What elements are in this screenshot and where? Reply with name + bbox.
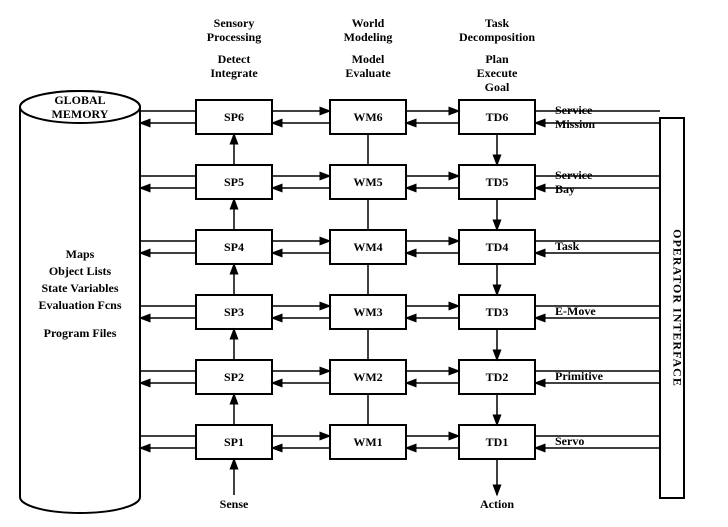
column-header-sp: Sensory Processing Detect Integrate [207, 16, 261, 80]
svg-text:Evaluate: Evaluate [345, 66, 391, 80]
box-wm5: WM5 [330, 165, 406, 199]
svg-text:TD2: TD2 [486, 370, 509, 384]
box-td3: TD3 [459, 295, 535, 329]
svg-text:SP5: SP5 [224, 175, 244, 189]
svg-text:Service: Service [555, 168, 593, 182]
svg-text:Execute: Execute [477, 66, 518, 80]
svg-text:Evaluation Fcns: Evaluation Fcns [38, 298, 121, 312]
svg-text:SP2: SP2 [224, 370, 244, 384]
svg-text:Sensory: Sensory [214, 16, 255, 30]
svg-text:WM6: WM6 [353, 110, 382, 124]
svg-text:Goal: Goal [485, 80, 510, 94]
svg-text:Decomposition: Decomposition [459, 30, 535, 44]
box-td2: TD2 [459, 360, 535, 394]
box-td1: TD1 [459, 425, 535, 459]
svg-text:OPERATOR INTERFACE: OPERATOR INTERFACE [670, 229, 684, 387]
box-wm6: WM6 [330, 100, 406, 134]
svg-text:Processing: Processing [207, 30, 261, 44]
svg-text:WM2: WM2 [353, 370, 382, 384]
svg-text:Integrate: Integrate [210, 66, 258, 80]
box-td4: TD4 [459, 230, 535, 264]
operator-interface: OPERATOR INTERFACE [660, 118, 684, 498]
svg-text:World: World [352, 16, 385, 30]
column-header-td: Task Decomposition Plan Execute Goal [459, 16, 535, 94]
footer-sense: Sense [220, 497, 249, 511]
svg-text:Service: Service [555, 103, 593, 117]
svg-text:Task: Task [485, 16, 510, 30]
box-sp5: SP5 [196, 165, 272, 199]
svg-text:SP1: SP1 [224, 435, 244, 449]
svg-text:WM1: WM1 [353, 435, 382, 449]
footer-action: Action [480, 497, 514, 511]
box-sp4: SP4 [196, 230, 272, 264]
svg-text:Maps: Maps [66, 247, 95, 261]
box-sp1: SP1 [196, 425, 272, 459]
svg-text:Plan: Plan [485, 52, 509, 66]
svg-text:State Variables: State Variables [41, 281, 118, 295]
column-header-wm: World Modeling Model Evaluate [344, 16, 393, 80]
box-td6: TD6 [459, 100, 535, 134]
svg-text:TD6: TD6 [486, 110, 509, 124]
row-label-0: ServiceMission [555, 103, 595, 131]
box-wm1: WM1 [330, 425, 406, 459]
svg-text:TD4: TD4 [486, 240, 509, 254]
box-wm3: WM3 [330, 295, 406, 329]
svg-text:SP4: SP4 [224, 240, 244, 254]
box-td5: TD5 [459, 165, 535, 199]
svg-text:Model: Model [352, 52, 385, 66]
box-sp2: SP2 [196, 360, 272, 394]
svg-text:MEMORY: MEMORY [52, 107, 109, 121]
svg-text:Object Lists: Object Lists [49, 264, 112, 278]
svg-text:SP6: SP6 [224, 110, 244, 124]
svg-text:TD1: TD1 [486, 435, 509, 449]
box-sp6: SP6 [196, 100, 272, 134]
row-label-1: ServiceBay [555, 168, 593, 196]
svg-text:Detect: Detect [218, 52, 251, 66]
svg-text:WM5: WM5 [353, 175, 382, 189]
box-wm2: WM2 [330, 360, 406, 394]
svg-text:Modeling: Modeling [344, 30, 393, 44]
svg-text:WM4: WM4 [353, 240, 382, 254]
svg-text:GLOBAL: GLOBAL [54, 93, 105, 107]
svg-text:SP3: SP3 [224, 305, 244, 319]
svg-text:TD3: TD3 [486, 305, 509, 319]
global-memory: GLOBAL MEMORY Maps Object Lists State Va… [20, 91, 140, 513]
svg-text:TD5: TD5 [486, 175, 509, 189]
box-wm4: WM4 [330, 230, 406, 264]
svg-text:WM3: WM3 [353, 305, 382, 319]
svg-text:Program Files: Program Files [44, 326, 117, 340]
box-sp3: SP3 [196, 295, 272, 329]
